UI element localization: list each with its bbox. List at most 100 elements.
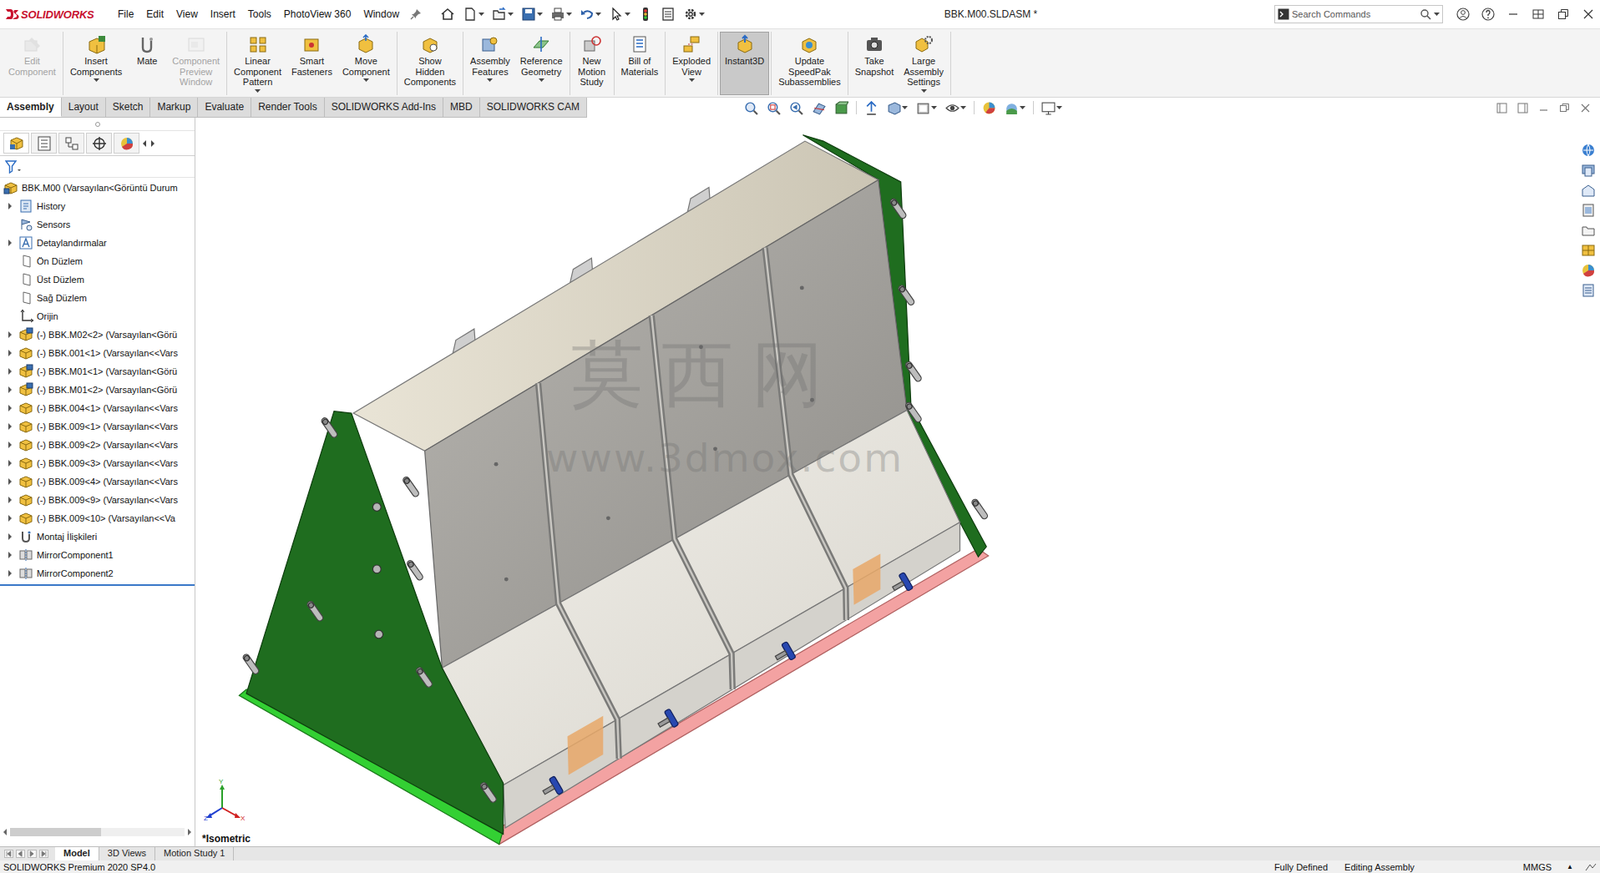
tree-item[interactable]: (-) BBK.009<9> (Varsayılan<<Vars [0, 491, 195, 510]
ribbon-button[interactable]: Instant3D [719, 31, 770, 96]
ribbon-button[interactable]: Update SpeedPak Subassemblies [773, 31, 846, 96]
heads-up-button[interactable] [942, 99, 969, 117]
app-logo[interactable]: SOLIDWORKS [4, 7, 118, 21]
tree-item[interactable]: MirrorComponent1 [0, 546, 195, 565]
tree-item[interactable]: Üst Düzlem [0, 270, 195, 289]
expander[interactable] [5, 201, 16, 212]
tree-item[interactable]: (-) BBK.M01<2> (Varsayılan<Görü [0, 380, 195, 400]
model-tab[interactable]: Model [55, 847, 100, 861]
panel-tab[interactable] [3, 132, 30, 154]
model-tab[interactable]: Motion Study 1 [155, 847, 234, 861]
menu-item[interactable]: PhotoView 360 [283, 8, 352, 21]
expand-pane-icon[interactable] [1495, 101, 1509, 115]
heads-up-button[interactable] [764, 99, 784, 117]
dropdown-arrow-icon[interactable] [363, 77, 370, 83]
tree-item[interactable]: (-) BBK.009<10> (Varsayılan<<Va [0, 509, 195, 528]
horizontal-scrollbar[interactable] [1, 826, 193, 839]
scroll-right-icon[interactable] [186, 828, 193, 837]
quick-access-button[interactable] [547, 5, 575, 24]
first-tab-icon[interactable] [3, 849, 15, 860]
heads-up-button[interactable] [741, 99, 761, 117]
quick-access-button[interactable] [680, 5, 708, 24]
assembly-model[interactable] [195, 117, 1577, 847]
tile-windows-icon[interactable] [1531, 7, 1545, 21]
scroll-left-icon[interactable] [1, 828, 9, 837]
command-tab[interactable]: Assembly [0, 97, 62, 117]
view-palette-icon[interactable] [1580, 202, 1596, 218]
filter-funnel-icon[interactable] [5, 160, 22, 174]
panel-splitter-handle[interactable] [0, 117, 195, 132]
dropdown-arrow-icon[interactable] [93, 77, 100, 83]
tabs-scroll-left-icon[interactable] [141, 139, 148, 148]
tree-filter[interactable] [0, 156, 195, 178]
ribbon-button[interactable]: Take Snapshot [850, 31, 899, 96]
dropdown-slot[interactable] [688, 77, 695, 84]
close-icon[interactable] [1581, 7, 1595, 21]
dropdown-arrow-icon[interactable] [538, 77, 545, 83]
expander[interactable] [5, 495, 16, 506]
command-tab[interactable]: Layout [61, 97, 107, 117]
ribbon-button[interactable]: Bill of Materials [616, 31, 664, 96]
menu-item[interactable]: Edit [146, 8, 164, 21]
design-library-icon[interactable] [1580, 162, 1596, 178]
expander[interactable] [5, 513, 16, 524]
quick-access-button[interactable] [635, 5, 656, 24]
heads-up-button[interactable] [861, 99, 882, 117]
pin-icon[interactable] [409, 7, 423, 21]
dropdown-arrow-icon[interactable] [486, 77, 493, 83]
solidworks-resources-icon[interactable] [1580, 142, 1596, 158]
expander[interactable] [5, 348, 16, 359]
previous-tab-icon[interactable] [15, 849, 26, 860]
dropdown-slot[interactable] [363, 77, 370, 84]
ribbon-button[interactable]: Move Component [337, 31, 395, 96]
dropdown-slot[interactable] [93, 77, 100, 84]
file-explorer-icon[interactable] [1580, 182, 1596, 198]
tree-item[interactable]: (-) BBK.009<1> (Varsayılan<<Vars [0, 417, 195, 436]
panel-tab[interactable] [58, 132, 85, 154]
heads-up-button[interactable] [831, 99, 851, 117]
menu-item[interactable]: Insert [210, 8, 236, 21]
expander[interactable] [5, 237, 16, 249]
expander[interactable] [5, 458, 16, 469]
panel-tab[interactable] [113, 132, 140, 154]
tree-item[interactable]: (-) BBK.009<3> (Varsayılan<<Vars [0, 454, 195, 473]
heads-up-button[interactable] [979, 99, 999, 117]
next-tab-icon[interactable] [26, 849, 38, 860]
tree-item[interactable]: (-) BBK.M01<1> (Varsayılan<Görü [0, 362, 195, 381]
dropdown-slot[interactable] [254, 88, 261, 95]
toolbox-icon[interactable] [1580, 243, 1596, 259]
minimize-icon[interactable] [1506, 7, 1520, 21]
tree-item[interactable]: Sağ Düzlem [0, 288, 195, 308]
expander[interactable] [5, 476, 16, 487]
magnifier-icon[interactable] [1419, 8, 1432, 21]
menu-item[interactable]: View [176, 8, 198, 21]
command-tab[interactable]: SOLIDWORKS CAM [480, 97, 588, 117]
ribbon-button[interactable]: Insert Components [65, 31, 127, 96]
tree-item[interactable]: (-) BBK.004<1> (Varsayılan<<Vars [0, 399, 195, 418]
heads-up-button[interactable] [913, 99, 940, 117]
last-tab-icon[interactable] [38, 849, 50, 860]
heads-up-button[interactable] [1038, 99, 1065, 117]
tree-item[interactable]: Montaj İlişkileri [0, 527, 195, 547]
scroll-thumb[interactable] [10, 828, 102, 837]
tree-item[interactable]: Ön Düzlem [0, 252, 195, 271]
command-tab[interactable]: Sketch [106, 97, 152, 117]
expander[interactable] [5, 384, 16, 395]
command-tab[interactable]: Render Tools [251, 97, 325, 117]
dropdown-arrow-icon[interactable] [688, 77, 695, 83]
help-icon[interactable] [1481, 7, 1495, 21]
scroll-track[interactable] [10, 828, 185, 837]
expander[interactable] [5, 403, 16, 414]
dropdown-slot[interactable] [486, 77, 493, 84]
ribbon-button[interactable]: Assembly Features [465, 31, 516, 96]
search-dropdown-icon[interactable] [1433, 11, 1440, 17]
dropdown-slot[interactable] [538, 77, 545, 84]
expander[interactable] [5, 531, 16, 542]
command-tab[interactable]: MBD [443, 97, 481, 117]
quick-access-button[interactable] [460, 5, 487, 24]
menu-item[interactable]: File [117, 8, 134, 21]
dropdown-slot[interactable] [921, 88, 927, 95]
tree-root[interactable]: BBK.M00 (Varsayılan<Görüntü Durum [0, 178, 195, 198]
heads-up-button[interactable] [1002, 99, 1028, 117]
graphics-area[interactable]: 莫西网www.3dmox.comYZX*Isometric [195, 117, 1577, 847]
